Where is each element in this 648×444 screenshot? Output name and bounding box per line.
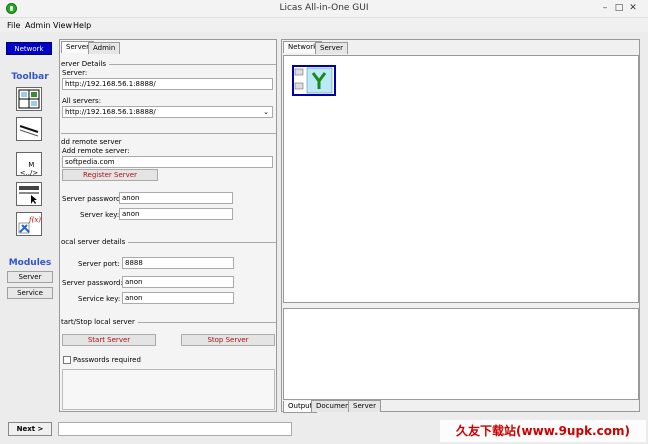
output-area bbox=[283, 308, 639, 400]
remote-key-field[interactable]: anon bbox=[119, 208, 233, 220]
local-password-label: Server password: bbox=[62, 279, 123, 287]
line-tool-button[interactable] bbox=[16, 117, 42, 141]
all-servers-value: http://192.168.56.1:8888/ bbox=[65, 108, 156, 116]
module-service-button[interactable]: Service bbox=[7, 287, 53, 299]
tab-admin[interactable]: Admin bbox=[88, 42, 121, 54]
server-url-field[interactable]: http://192.168.56.1:8888/ bbox=[62, 78, 273, 90]
line-icon bbox=[19, 125, 39, 137]
svg-text:f(x): f(x) bbox=[28, 216, 41, 224]
all-servers-select[interactable]: http://192.168.56.1:8888/ ⌄ bbox=[62, 106, 273, 118]
service-key-field[interactable]: anon bbox=[122, 292, 234, 304]
remote-server-field[interactable]: softpedia.com bbox=[62, 156, 273, 168]
server-port-field[interactable]: 8888 bbox=[122, 257, 234, 269]
server-details-section: erver Details bbox=[61, 60, 276, 68]
function-icon: f(x) bbox=[18, 216, 41, 234]
local-password-field[interactable]: anon bbox=[122, 276, 234, 288]
start-server-button[interactable]: Start Server bbox=[62, 334, 156, 346]
menu-help[interactable]: Help bbox=[73, 21, 91, 30]
all-servers-label: All servers: bbox=[62, 97, 102, 105]
function-tool-button[interactable]: f(x) bbox=[16, 212, 42, 236]
module-server-button[interactable]: Server bbox=[7, 271, 53, 283]
close-button[interactable]: ✕ bbox=[622, 1, 644, 15]
register-server-button[interactable]: Register Server bbox=[62, 169, 158, 181]
grid-layout-icon bbox=[18, 89, 40, 109]
log-area bbox=[62, 369, 275, 410]
toolbar-heading: Toolbar bbox=[11, 72, 49, 82]
select-tool-button[interactable] bbox=[16, 182, 42, 206]
markup-tool-button[interactable]: M <../> bbox=[16, 152, 42, 177]
menu-admin[interactable]: Admin bbox=[25, 21, 51, 30]
next-button[interactable]: Next > bbox=[8, 422, 52, 436]
grid-tool-button[interactable] bbox=[16, 87, 42, 111]
remote-password-label: Server password: bbox=[62, 195, 123, 203]
server-port-label: Server port: bbox=[78, 260, 120, 268]
local-details-legend: ocal server details bbox=[61, 238, 129, 246]
modules-heading: Modules bbox=[8, 258, 52, 268]
start-stop-legend: tart/Stop local server bbox=[61, 318, 138, 326]
network-node-icon bbox=[294, 67, 333, 94]
tab-server-output[interactable]: Server bbox=[348, 400, 381, 412]
server-details-legend: erver Details bbox=[61, 60, 110, 68]
menu-file[interactable]: File bbox=[7, 21, 20, 30]
network-node[interactable] bbox=[292, 65, 336, 96]
passwords-required-checkbox[interactable] bbox=[63, 356, 71, 364]
passwords-required-label: Passwords required bbox=[73, 356, 141, 364]
server-label: Server: bbox=[62, 69, 88, 77]
menu-view[interactable]: View bbox=[53, 21, 72, 30]
network-canvas[interactable] bbox=[283, 55, 639, 303]
add-remote-section bbox=[61, 133, 276, 134]
network-button[interactable]: Network bbox=[6, 42, 52, 55]
chevron-down-icon: ⌄ bbox=[263, 108, 269, 116]
tab-server-view[interactable]: Server bbox=[315, 42, 348, 54]
cursor-select-icon bbox=[19, 186, 39, 204]
stop-server-button[interactable]: Stop Server bbox=[181, 334, 275, 346]
remote-password-field[interactable]: anon bbox=[119, 192, 233, 204]
add-remote-label: Add remote server: bbox=[62, 147, 130, 155]
menu-bar bbox=[0, 18, 648, 32]
local-details-section: ocal server details bbox=[61, 238, 276, 246]
markup-icon: M <../> bbox=[19, 161, 39, 177]
service-key-label: Service key: bbox=[78, 295, 121, 303]
start-stop-section: tart/Stop local server bbox=[61, 318, 276, 326]
status-field bbox=[58, 422, 292, 436]
window-title: Licas All-in-One GUI bbox=[279, 3, 369, 13]
watermark: 久友下载站(www.9upk.com) bbox=[440, 420, 646, 442]
remote-key-label: Server key: bbox=[80, 211, 120, 219]
add-remote-legend: dd remote server bbox=[61, 138, 122, 146]
